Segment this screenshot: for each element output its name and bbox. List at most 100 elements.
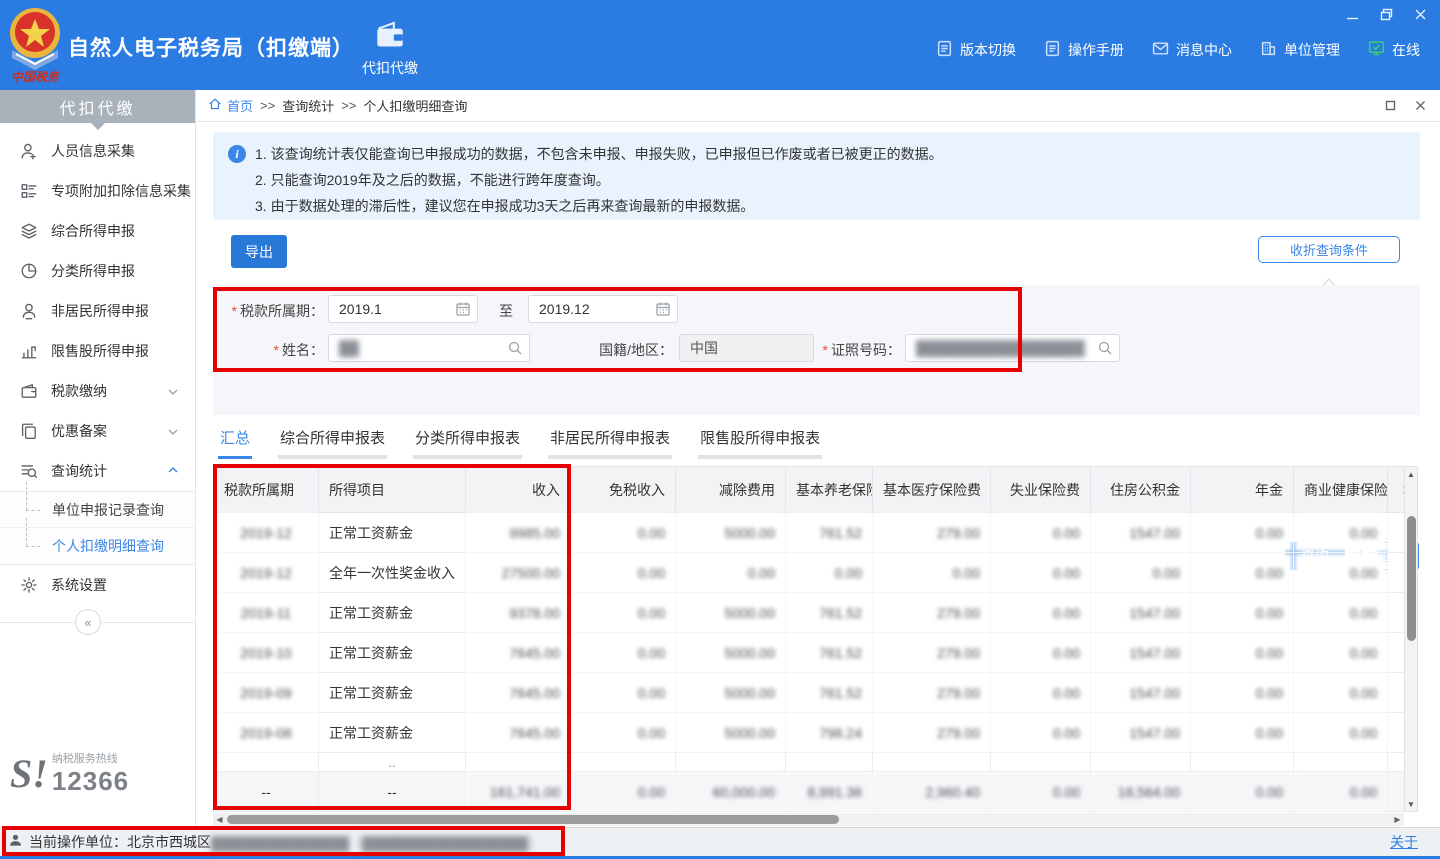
calendar-icon[interactable] — [455, 301, 471, 317]
current-unit-value: 北京市西城区 — [127, 832, 211, 852]
table-cell: 27500.00 — [466, 553, 571, 593]
period-end-input[interactable]: 2019.12 — [528, 295, 678, 323]
total-cell: 0.00 — [1191, 772, 1294, 812]
module-tab-daikou[interactable]: 代扣代缴 — [346, 14, 434, 84]
table-row[interactable]: 2019-11正常工资薪金9378.000.005000.00761.52279… — [214, 593, 1405, 633]
search-list-icon — [20, 462, 38, 480]
table-cell: 7645.00 — [466, 673, 571, 713]
notice-line: 1. 该查询统计表仅能查询已申报成功的数据，不包含未申报、申报失败，已申报但已作… — [255, 141, 1404, 167]
minimize-button[interactable] — [1344, 6, 1360, 22]
table-cell: 0.00 — [991, 713, 1091, 753]
search-icon[interactable] — [1097, 340, 1113, 356]
table-cell: 279.00 — [873, 513, 991, 553]
total-cell: 60,000.00 — [676, 772, 786, 812]
collapse-query-button[interactable]: 收折查询条件 — [1258, 236, 1400, 263]
id-number-input[interactable]: █████████████████ — [905, 334, 1120, 362]
table-cell: 0.00 — [991, 633, 1091, 673]
sidebar-item-10[interactable]: 系统设置 — [0, 565, 195, 605]
about-link[interactable]: 关于 — [1390, 832, 1418, 852]
maximize-pane-button[interactable] — [1382, 98, 1398, 114]
sidebar-submenu: 单位申报记录查询个人扣缴明细查询 — [0, 491, 195, 565]
sidebar-item-5[interactable]: 非居民所得申报 — [0, 291, 195, 331]
table-row[interactable]: 2019-08正常工资薪金7645.000.005000.00798.24279… — [214, 713, 1405, 753]
table-cell: 0.00 — [676, 553, 786, 593]
sidebar-item-6[interactable]: 限售股所得申报 — [0, 331, 195, 371]
hotline-block: S! 纳税服务热线 12366 — [10, 750, 129, 797]
user-icon — [8, 833, 23, 851]
table-cell: 正常工资薪金 — [319, 713, 466, 753]
sidebar-item-7[interactable]: 税款缴纳 — [0, 371, 195, 411]
table-cell: 0.00 — [1191, 673, 1294, 713]
chevron-down-icon — [167, 385, 179, 397]
sidebar-item-1[interactable]: 人员信息采集 — [0, 131, 195, 171]
sidebar-subitem-2[interactable]: 个人扣缴明细查询 — [0, 528, 195, 564]
main-content: i 1. 该查询统计表仅能查询已申报成功的数据，不包含未申报、申报失败，已申报但… — [196, 122, 1440, 827]
table-cell: 279.00 — [873, 633, 991, 673]
table-cell: 正常工资薪金 — [319, 593, 466, 633]
table-total-row: ----161,741.000.0060,000.008,991.362,960… — [214, 772, 1405, 812]
breadcrumb-home[interactable]: 首页 — [227, 96, 253, 115]
current-unit-value-blurred: ███████████████（██████████████████） — [211, 833, 541, 852]
table-row[interactable]: 2019-09正常工资薪金7645.000.005000.00761.52279… — [214, 673, 1405, 713]
calendar-icon[interactable] — [655, 301, 671, 317]
header-menu-5[interactable]: 在线 — [1368, 40, 1420, 60]
sidebar-item-2[interactable]: 专项附加扣除信息采集 — [0, 171, 195, 211]
table-cell: 1547.00 — [1091, 713, 1191, 753]
sidebar-collapse-button[interactable]: « — [75, 609, 101, 635]
tab-2[interactable]: 综合所得申报表 — [278, 425, 387, 459]
chevron-up-icon — [167, 465, 179, 477]
total-cell: 8,991.36 — [786, 772, 873, 812]
header-menu-2[interactable]: 操作手册 — [1044, 40, 1124, 60]
close-window-button[interactable] — [1412, 6, 1428, 22]
column-header: 收入 — [466, 467, 571, 513]
header-menu-4[interactable]: 单位管理 — [1260, 40, 1340, 60]
table-cell: 0.00 — [1294, 713, 1388, 753]
status-bar: 当前操作单位： 北京市西城区 ███████████████（█████████… — [0, 827, 1440, 859]
sidebar-item-3[interactable]: 综合所得申报 — [0, 211, 195, 251]
sidebar-subitem-1[interactable]: 单位申报记录查询 — [0, 492, 195, 528]
tab-4[interactable]: 非居民所得申报表 — [548, 425, 672, 459]
table-cell: 2019-11 — [214, 593, 319, 633]
home-icon — [208, 97, 222, 114]
app-window: 中国税务 自然人电子税务局（扣缴端） 代扣代缴 版本切换操作手册消息中心单位管理… — [0, 0, 1440, 859]
sidebar-item-4[interactable]: 分类所得申报 — [0, 251, 195, 291]
vertical-scrollbar[interactable]: ▲ ▼ — [1404, 466, 1418, 812]
export-button[interactable]: 导出 — [231, 235, 287, 268]
table-cell: 2019-12 — [214, 513, 319, 553]
period-start-input[interactable]: 2019.1 — [328, 295, 478, 323]
column-header: 商业健康保险 — [1294, 467, 1388, 513]
table-cell: 0.00 — [571, 553, 676, 593]
building-icon — [1260, 40, 1277, 60]
hotline-icon: S! — [10, 754, 48, 794]
close-pane-button[interactable] — [1412, 98, 1428, 114]
table-cell: 5000.00 — [676, 513, 786, 553]
tab-5[interactable]: 限售股所得申报表 — [698, 425, 822, 459]
horizontal-scrollbar[interactable]: ◀ ▶ — [213, 813, 1404, 826]
wallet-icon — [20, 382, 38, 400]
table-row[interactable]: 2019-10正常工资薪金7645.000.005000.00761.52279… — [214, 633, 1405, 673]
name-input[interactable]: ██ — [328, 334, 530, 362]
restore-button[interactable] — [1378, 6, 1394, 22]
scroll-down-icon[interactable]: ▼ — [1405, 798, 1417, 810]
horizontal-scroll-thumb[interactable] — [227, 815, 839, 824]
scroll-left-icon[interactable]: ◀ — [214, 814, 225, 825]
vertical-scroll-thumb[interactable] — [1407, 516, 1416, 641]
sidebar-item-8[interactable]: 优惠备案 — [0, 411, 195, 451]
table-cell — [1388, 593, 1405, 633]
scroll-right-icon[interactable]: ▶ — [1392, 814, 1403, 825]
tab-3[interactable]: 分类所得申报表 — [413, 425, 522, 459]
table-cell: 279.00 — [873, 593, 991, 633]
table-row[interactable]: 2019-12正常工资薪金9985.000.005000.00761.52279… — [214, 513, 1405, 553]
header-menu-3[interactable]: 消息中心 — [1152, 40, 1232, 60]
header-menu-1[interactable]: 版本切换 — [936, 40, 1016, 60]
chevron-down-icon — [167, 425, 179, 437]
search-icon[interactable] — [507, 340, 523, 356]
header-menu-label: 消息中心 — [1176, 40, 1232, 60]
scroll-up-icon[interactable]: ▲ — [1405, 468, 1417, 480]
breadcrumb-item: 查询统计 — [282, 96, 334, 115]
total-cell: 0.00 — [571, 772, 676, 812]
result-tabs: 汇总综合所得申报表分类所得申报表非居民所得申报表限售股所得申报表 — [218, 425, 822, 459]
tab-1[interactable]: 汇总 — [218, 425, 252, 459]
table-row[interactable]: 2019-12全年一次性奖金收入27500.000.000.000.000.00… — [214, 553, 1405, 593]
sidebar-item-9[interactable]: 查询统计 — [0, 451, 195, 491]
